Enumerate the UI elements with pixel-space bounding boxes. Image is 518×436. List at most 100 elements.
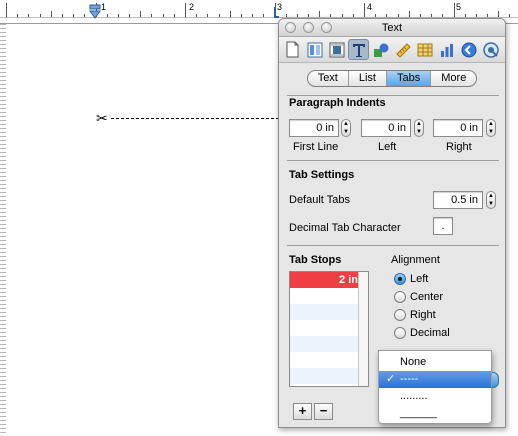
tab-tabs[interactable]: Tabs <box>387 71 432 86</box>
document-text-line[interactable]: ✂ <box>96 111 289 125</box>
tab-stop-row[interactable]: 2 in <box>290 272 368 288</box>
alignment-center-option[interactable]: Center <box>394 291 443 303</box>
remove-tab-stop-button[interactable]: − <box>314 403 333 420</box>
right-indent-stepper[interactable]: ▲ ▼ <box>486 119 496 137</box>
ruler-tick <box>241 14 242 17</box>
leader-option-dots[interactable]: ......... <box>379 388 491 405</box>
metrics-inspector-icon[interactable] <box>392 39 413 60</box>
ruler-tick <box>62 14 63 17</box>
left-indent-stepper[interactable]: ▲ ▼ <box>414 119 424 137</box>
ruler-tick <box>498 11 499 17</box>
ruler-tick <box>263 14 264 17</box>
alignment-decimal-option[interactable]: Decimal <box>394 327 450 339</box>
ruler-tick <box>73 14 74 17</box>
panel-titlebar[interactable]: Text <box>279 19 505 37</box>
chart-inspector-icon[interactable] <box>436 39 457 60</box>
ruler-tick <box>40 14 41 17</box>
ruler-tick <box>28 14 29 17</box>
ruler-tick <box>454 3 455 17</box>
tab-stops-heading: Tab Stops <box>289 254 342 266</box>
ruler-tick <box>84 14 85 17</box>
tab-stops-scrollbar[interactable] <box>358 272 368 386</box>
leader-popup-menu[interactable]: None ✓ ----- ......... ______ <box>378 350 492 424</box>
alignment-right-option[interactable]: Right <box>394 309 436 321</box>
panel-title: Text <box>381 22 403 34</box>
section-divider <box>287 95 499 96</box>
tab-stop-row[interactable] <box>290 352 368 368</box>
right-indent-field[interactable]: 0 in <box>433 119 483 137</box>
decimal-tab-character-field[interactable]: . <box>433 217 453 235</box>
tab-stop-row[interactable] <box>290 304 368 320</box>
default-tabs-label: Default Tabs <box>289 194 350 206</box>
document-inspector-icon[interactable] <box>282 39 303 60</box>
ruler-tick <box>476 14 477 17</box>
ruler-tick <box>17 14 18 17</box>
ruler-tick <box>297 14 298 17</box>
add-tab-stop-button[interactable]: + <box>293 403 312 420</box>
leader-option-label: ----- <box>400 373 419 385</box>
ruler-tick <box>487 14 488 17</box>
graphic-inspector-icon[interactable] <box>370 39 391 60</box>
leader-option-label: ______ <box>400 407 437 419</box>
tab-stop-row[interactable] <box>290 320 368 336</box>
ruler-tick <box>286 14 287 17</box>
leader-option-underline[interactable]: ______ <box>379 405 491 422</box>
layout-inspector-icon[interactable] <box>304 39 325 60</box>
ruler-tick <box>353 14 354 17</box>
ruler-tick <box>163 14 164 17</box>
tab-list[interactable]: List <box>349 71 387 86</box>
paragraph-indents-heading: Paragraph Indents <box>289 97 386 109</box>
inspector-tabs: Text List Tabs More <box>306 70 478 87</box>
ruler-tick <box>386 14 387 17</box>
decimal-tab-character-label: Decimal Tab Character <box>289 222 401 234</box>
ruler-tick <box>196 14 197 17</box>
indent-marker-icon[interactable] <box>89 4 101 20</box>
tab-stop-row[interactable] <box>290 336 368 352</box>
table-inspector-icon[interactable] <box>414 39 435 60</box>
radio-center[interactable] <box>394 291 406 303</box>
inspector-toolbar <box>279 37 505 63</box>
default-tabs-stepper[interactable]: ▲ ▼ <box>486 191 496 209</box>
leader-option-dashes[interactable]: ✓ ----- <box>379 371 491 388</box>
ruler-tick <box>107 14 108 17</box>
alignment-heading: Alignment <box>391 254 440 266</box>
dashed-leader-line <box>110 117 289 119</box>
first-line-indent-field[interactable]: 0 in <box>289 119 339 137</box>
ruler-tick <box>375 14 376 17</box>
tab-stop-row[interactable] <box>290 288 368 304</box>
tab-stop-marker-icon[interactable] <box>274 6 280 18</box>
ruler-tick <box>308 14 309 17</box>
ruler-number: 2 <box>189 2 195 12</box>
text-inspector-icon[interactable] <box>348 39 369 60</box>
page-margin-guide <box>0 24 6 436</box>
left-indent-label: Left <box>378 141 397 153</box>
leader-option-none[interactable]: None <box>379 354 491 371</box>
ruler-tick <box>398 14 399 17</box>
quicktime-inspector-icon[interactable] <box>480 39 501 60</box>
tab-text[interactable]: Text <box>308 71 349 86</box>
ruler-tick <box>6 3 7 17</box>
wrap-inspector-icon[interactable] <box>326 39 347 60</box>
first-line-indent-stepper[interactable]: ▲ ▼ <box>341 119 351 137</box>
ruler-tick <box>509 14 510 17</box>
tab-more[interactable]: More <box>431 71 476 86</box>
ruler-tick <box>319 11 320 17</box>
ruler-tick <box>420 14 421 17</box>
ruler-tick <box>151 14 152 17</box>
left-indent-field[interactable]: 0 in <box>361 119 411 137</box>
ruler-tick <box>342 14 343 17</box>
radio-decimal[interactable] <box>394 327 406 339</box>
tab-stops-list[interactable]: 2 in <box>289 271 369 387</box>
ruler-tick <box>230 11 231 17</box>
alignment-decimal-label: Decimal <box>410 327 450 339</box>
alignment-left-option[interactable]: Left <box>394 273 428 285</box>
radio-right[interactable] <box>394 309 406 321</box>
inspector-tab-row: Text List Tabs More <box>279 70 505 87</box>
hyperlink-inspector-icon[interactable] <box>458 39 479 60</box>
ruler-number: 5 <box>456 2 462 12</box>
ruler-tick <box>252 14 253 17</box>
radio-left[interactable] <box>394 273 406 285</box>
ruler-tick <box>364 3 365 17</box>
default-tabs-field[interactable]: 0.5 in <box>433 191 483 209</box>
tab-stop-row[interactable] <box>290 368 368 384</box>
